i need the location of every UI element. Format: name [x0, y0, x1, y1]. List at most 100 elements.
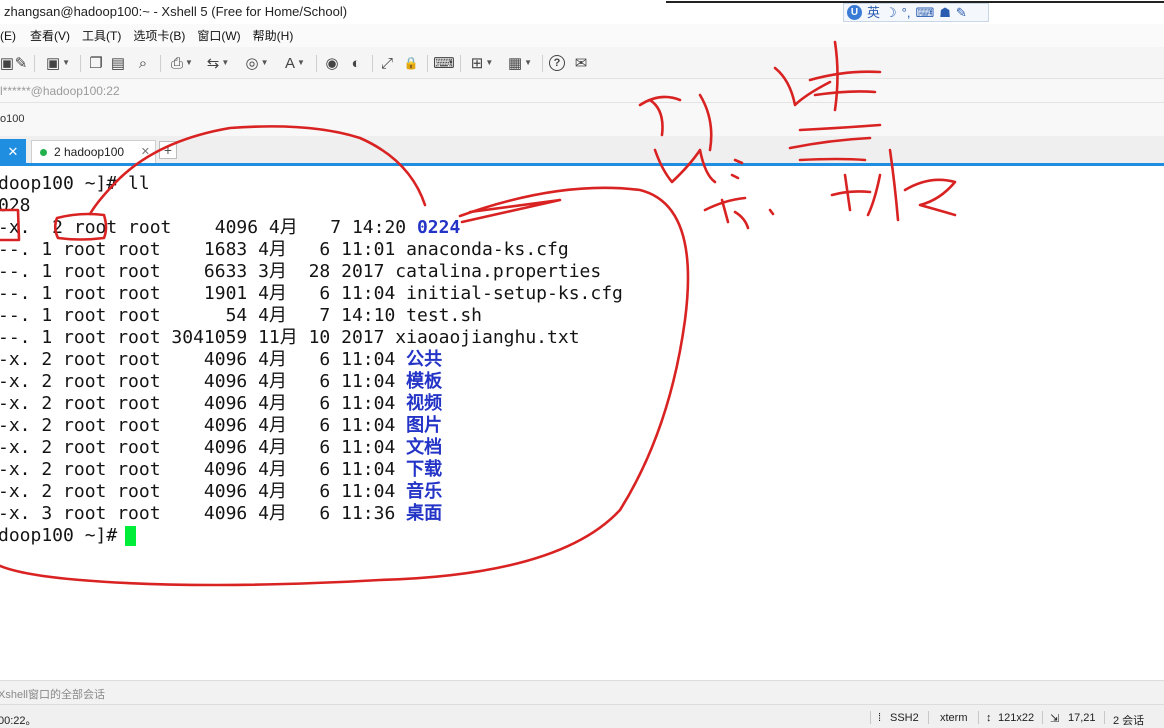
- title-bar: zhangsan@hadoop100:~ - Xshell 5 (Free fo…: [0, 0, 1164, 24]
- status-size: 121x22: [998, 712, 1035, 724]
- keyboard-icon[interactable]: ⌨: [433, 54, 455, 72]
- file-name: 图片: [406, 415, 443, 436]
- session-bar-label[interactable]: o100: [0, 113, 24, 125]
- ime-badge-icon[interactable]: U: [847, 5, 862, 20]
- terminal-line: --. 1 root root 6633 3月 28 2017 catalina…: [0, 261, 601, 283]
- ime-punct-icon[interactable]: °,: [902, 6, 911, 19]
- line-text: --. 1 root root 6633 3月 28 2017: [0, 261, 396, 282]
- status-divider: [1042, 711, 1043, 724]
- tab-close-icon[interactable]: ✕: [141, 145, 150, 158]
- ime-tools-icon[interactable]: ✎: [956, 6, 967, 19]
- address-bar[interactable]: l******@hadoop100:22: [0, 79, 1164, 103]
- file-name: 视频: [406, 393, 443, 414]
- status-term: xterm: [940, 712, 968, 724]
- line-text: -x. 3 root root 4096 4月 6 11:36: [0, 503, 407, 524]
- status-sessions: 2 会话: [1113, 715, 1145, 727]
- ime-toolbar[interactable]: U 英 ☽ °, ⌨ ☗ ✎: [843, 3, 989, 22]
- line-text: doop100 ~]# ll: [0, 173, 150, 194]
- terminal-line: -x. 2 root root 4096 4月 6 11:04 音乐: [0, 481, 442, 503]
- menu-view[interactable]: 查看(V): [30, 27, 70, 44]
- help-icon[interactable]: ?: [549, 55, 565, 71]
- lock-icon[interactable]: 🔒: [402, 54, 420, 72]
- send-to-all-bar[interactable]: Xshell窗口的全部会话: [0, 680, 1164, 704]
- menu-help[interactable]: 帮助(H): [253, 27, 294, 44]
- file-name: 下载: [406, 459, 443, 480]
- cursor-pos-icon: ⇲: [1050, 713, 1060, 725]
- lock-status-icon: ⁞: [878, 712, 882, 724]
- status-bar: 00:22。 ⁞ SSH2 xterm ↕ 121x22 ⇲ 17,21 2 会…: [0, 704, 1164, 728]
- font-icon: A: [285, 54, 296, 72]
- status-connection: 00:22。: [0, 715, 37, 727]
- xmanager-icon[interactable]: ◐: [347, 54, 365, 72]
- toolbar-separator: [80, 55, 81, 72]
- line-text: -x. 2 root root 4096 4月 6 11:04: [0, 459, 407, 480]
- line-text: -x. 2 root root 4096 4月 6 11:04: [0, 437, 407, 458]
- ime-lang-toggle[interactable]: 英: [867, 6, 880, 19]
- terminal-cursor: [125, 526, 136, 546]
- menu-edit[interactable]: (E): [0, 29, 16, 43]
- menu-window[interactable]: 窗口(W): [197, 27, 240, 44]
- paste-icon[interactable]: ▤: [110, 54, 126, 72]
- new-tab-button[interactable]: ⊞ ▼: [468, 54, 496, 72]
- terminal-line: -x. 2 root root 4096 4月 6 11:04 模板: [0, 371, 442, 393]
- menu-tabs[interactable]: 选项卡(B): [133, 27, 185, 44]
- chevron-down-icon: ▼: [221, 58, 230, 67]
- terminal-area[interactable]: doop100 ~]# ll 028 -x. 2 root root 4096 …: [0, 166, 1164, 680]
- address-text: l******@hadoop100:22: [0, 84, 120, 98]
- file-name: 桌面: [406, 503, 443, 524]
- status-divider: [928, 711, 929, 724]
- properties-icon[interactable]: ✎: [14, 54, 28, 72]
- tab-hadoop100[interactable]: 2 hadoop100 ✕: [31, 140, 156, 163]
- chevron-down-icon: ▼: [524, 58, 533, 67]
- tab-label: 2 hadoop100: [54, 145, 125, 159]
- toolbar-separator: [316, 55, 317, 72]
- window-title: zhangsan@hadoop100:~ - Xshell 5 (Free fo…: [4, 4, 348, 19]
- terminal-line: --. 1 root root 1901 4月 6 11:04 initial-…: [0, 283, 623, 305]
- transfer-button[interactable]: ⇆ ▼: [204, 54, 232, 72]
- print-button[interactable]: ⎙ ▼: [168, 54, 196, 72]
- close-tab-button[interactable]: ✕: [0, 139, 26, 164]
- session-menu-button[interactable]: ▣ ▼: [44, 54, 72, 72]
- file-name: test.sh: [406, 305, 482, 326]
- terminal-line: --. 1 root root 3041059 11月 10 2017 xiao…: [0, 327, 580, 349]
- tab-bar: ✕ 2 hadoop100 ✕ +: [0, 136, 1164, 166]
- terminal-line: -x. 2 root root 4096 4月 7 14:20 0224: [0, 217, 460, 239]
- resize-icon: ↕: [986, 712, 992, 724]
- plus-icon: +: [163, 142, 173, 158]
- xftp-icon[interactable]: ◉: [323, 54, 341, 72]
- terminal-line: --. 1 root root 54 4月 7 14:10 test.sh: [0, 305, 482, 327]
- line-text: --. 1 root root 3041059 11月 10 2017: [0, 327, 396, 348]
- new-session-icon[interactable]: ▣: [0, 54, 14, 72]
- transfer-icon: ⇆: [206, 54, 220, 72]
- session-bar: o100: [0, 103, 1164, 136]
- terminal-line: -x. 3 root root 4096 4月 6 11:36 桌面: [0, 503, 442, 525]
- menu-tools[interactable]: 工具(T): [82, 27, 121, 44]
- terminal-line: -x. 2 root root 4096 4月 6 11:04 图片: [0, 415, 442, 437]
- encoding-button[interactable]: ◎ ▼: [242, 54, 272, 72]
- menu-bar: (E) 查看(V) 工具(T) 选项卡(B) 窗口(W) 帮助(H): [0, 24, 1164, 47]
- chat-icon[interactable]: ✉: [572, 54, 590, 72]
- ime-user-icon[interactable]: ☗: [939, 6, 951, 19]
- line-text: 028: [0, 195, 31, 216]
- new-tab-icon: ⊞: [470, 54, 484, 72]
- terminal-line: -x. 2 root root 4096 4月 6 11:04 下载: [0, 459, 442, 481]
- file-name: xiaoaojianghu.txt: [395, 327, 580, 348]
- toolbar-separator: [372, 55, 373, 72]
- add-tab-button[interactable]: +: [159, 141, 177, 159]
- send-to-all-placeholder: Xshell窗口的全部会话: [0, 689, 105, 701]
- find-icon[interactable]: ⌕: [134, 54, 152, 72]
- line-text: --. 1 root root 54 4月 7 14:10: [0, 305, 407, 326]
- layout-dropdown-icon: ▣: [45, 54, 61, 72]
- file-name: 公共: [406, 349, 443, 370]
- status-cursor-pos: 17,21: [1068, 712, 1096, 724]
- layout-button[interactable]: ▦ ▼: [505, 54, 535, 72]
- terminal-prompt: doop100 ~]#: [0, 525, 128, 547]
- file-name: anaconda-ks.cfg: [406, 239, 569, 260]
- line-text: -x. 2 root root 4096 4月 6 11:04: [0, 393, 407, 414]
- ime-keyboard-icon[interactable]: ⌨: [915, 6, 934, 19]
- fullscreen-icon[interactable]: ⤢: [378, 54, 396, 72]
- ime-moon-icon[interactable]: ☽: [885, 6, 897, 19]
- file-name: catalina.properties: [395, 261, 602, 282]
- font-button[interactable]: A ▼: [280, 54, 310, 72]
- copy-icon[interactable]: ❐: [88, 54, 104, 72]
